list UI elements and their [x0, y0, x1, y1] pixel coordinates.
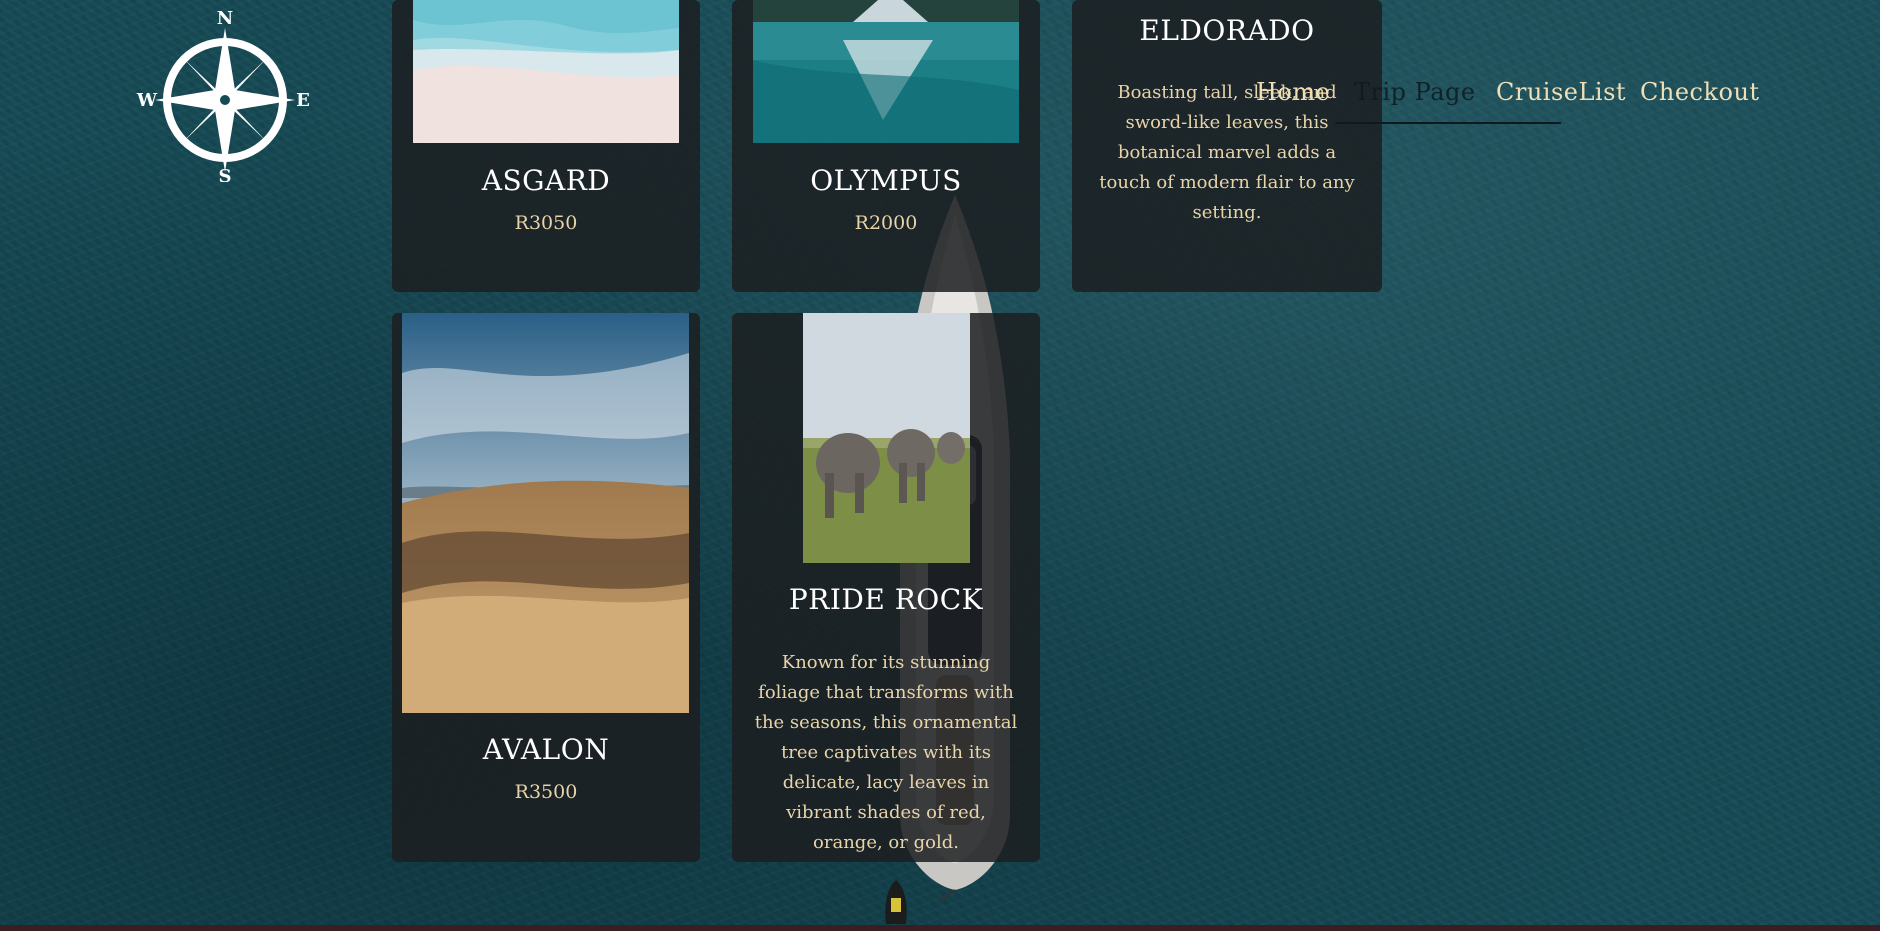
asgard-photo	[413, 0, 679, 143]
destination-card-pride-rock[interactable]: PRIDE ROCK Known for its stunning foliag…	[732, 313, 1040, 862]
card-title: OLYMPUS	[810, 164, 962, 197]
active-nav-underline	[1335, 122, 1561, 124]
nav-link-checkout[interactable]: Checkout	[1640, 78, 1760, 106]
compass-east-label: E	[296, 90, 310, 111]
destination-card-asgard[interactable]: ASGARD R3050	[392, 0, 700, 292]
compass-logo-icon: N S W E	[136, 10, 310, 182]
compass-west-label: W	[136, 90, 158, 111]
nav-link-home[interactable]: Home	[1256, 78, 1330, 106]
nav-link-trip-page[interactable]: Trip Page	[1354, 78, 1476, 106]
card-title: ASGARD	[481, 164, 611, 197]
compass-north-label: N	[217, 10, 233, 29]
compass-south-label: S	[219, 166, 232, 182]
card-description: Known for its stunning foliage that tran…	[754, 652, 1018, 853]
bottom-edge-bar	[0, 925, 1880, 931]
card-title: AVALON	[482, 733, 610, 766]
card-title: PRIDE ROCK	[788, 583, 984, 616]
destination-card-avalon[interactable]: AVALON R3500	[392, 313, 700, 862]
card-price: R3050	[514, 212, 578, 234]
destination-card-eldorado[interactable]: ELDORADO Boasting tall, sleek, and sword…	[1072, 0, 1382, 292]
card-price: R2000	[854, 212, 918, 234]
destination-card-olympus[interactable]: OLYMPUS R2000	[732, 0, 1040, 292]
nav-link-cruise-list[interactable]: CruiseList	[1496, 78, 1626, 106]
card-price: R3500	[514, 781, 578, 803]
tender-boat-image	[885, 880, 907, 924]
card-title: ELDORADO	[1139, 14, 1315, 47]
olympus-photo	[753, 0, 1019, 143]
avalon-photo	[402, 313, 689, 713]
pride-rock-photo	[803, 313, 970, 563]
